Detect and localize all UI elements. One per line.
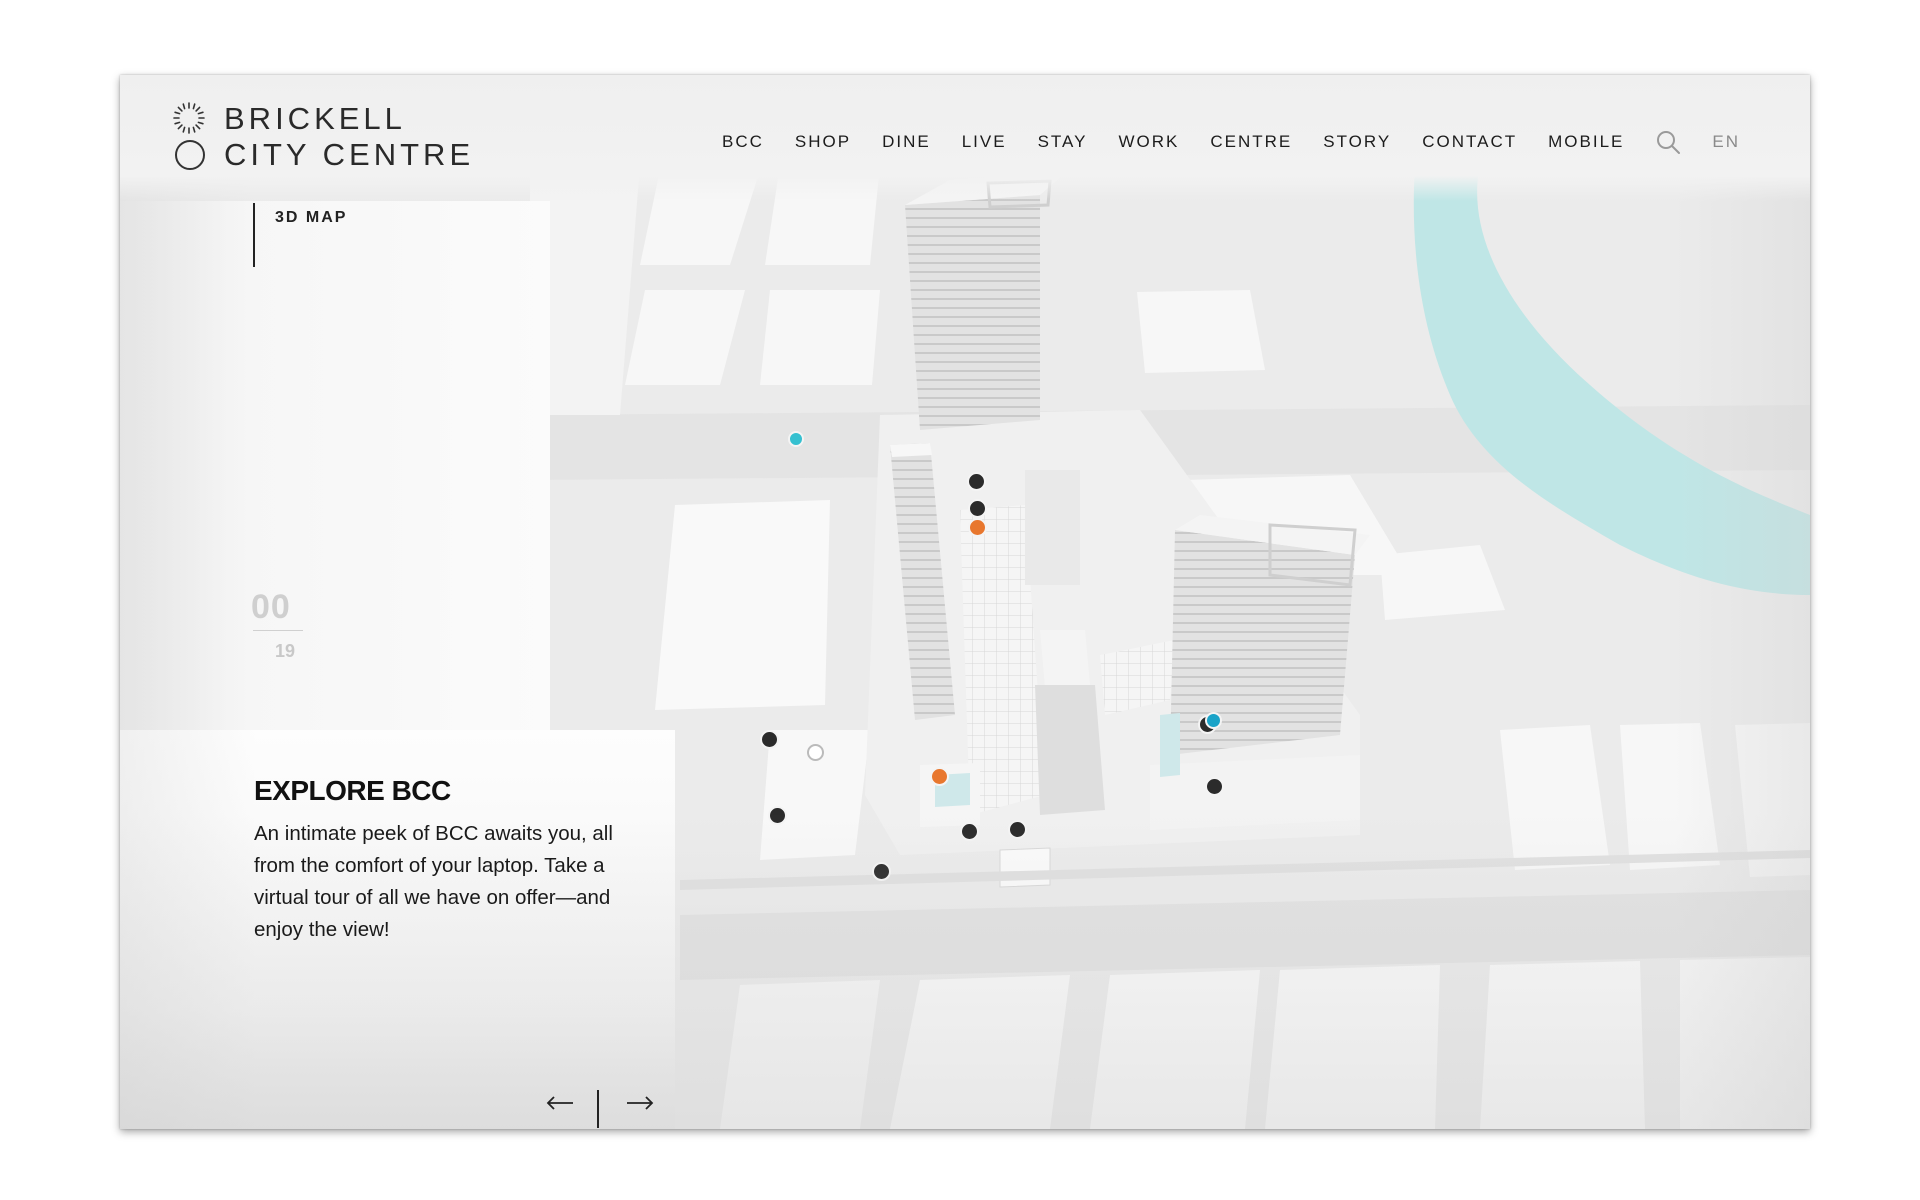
search-icon[interactable] <box>1655 129 1681 155</box>
map-marker[interactable] <box>1008 820 1027 839</box>
arrow-left-icon[interactable] <box>545 1095 575 1111</box>
circle-icon <box>175 140 205 170</box>
map-marker[interactable] <box>1205 712 1222 729</box>
slide-counter-total: 19 <box>275 641 296 661</box>
nav-item-stay[interactable]: STAY <box>1038 132 1088 152</box>
map-marker[interactable] <box>968 499 987 518</box>
map-marker[interactable] <box>960 822 979 841</box>
nav-item-live[interactable]: LIVE <box>962 132 1007 152</box>
sun-icon <box>173 102 205 134</box>
map-marker[interactable] <box>967 472 986 491</box>
browser-frame: BRICKELL CITY CENTRE BCC SHOP DINE LIVE … <box>120 75 1810 1129</box>
section-rule <box>253 203 255 267</box>
map-marker[interactable] <box>1205 777 1224 796</box>
arrow-right-icon[interactable] <box>625 1095 655 1111</box>
brand-logo[interactable]: BRICKELL CITY CENTRE <box>172 97 492 177</box>
header: BRICKELL CITY CENTRE BCC SHOP DINE LIVE … <box>120 75 1810 201</box>
nav-item-bcc[interactable]: BCC <box>722 132 764 152</box>
map-marker[interactable] <box>968 518 987 537</box>
nav-item-centre[interactable]: CENTRE <box>1210 132 1292 152</box>
main-nav: BCC SHOP DINE LIVE STAY WORK CENTRE STOR… <box>691 129 1740 155</box>
slide-counter-current: 00 <box>251 588 291 626</box>
nav-item-contact[interactable]: CONTACT <box>1422 132 1517 152</box>
nav-item-story[interactable]: STORY <box>1323 132 1391 152</box>
north-tower <box>905 195 1040 430</box>
section-label: 3D MAP <box>275 209 348 226</box>
counter-divider <box>253 630 303 631</box>
map-marker[interactable] <box>872 862 891 881</box>
explore-body: An intimate peek of BCC awaits you, all … <box>254 822 613 941</box>
nav-item-work[interactable]: WORK <box>1118 132 1179 152</box>
map-marker[interactable] <box>768 806 787 825</box>
pager-divider <box>597 1090 599 1128</box>
map-marker[interactable] <box>930 767 949 786</box>
explore-title: EXPLORE BCC <box>254 775 451 806</box>
nav-item-dine[interactable]: DINE <box>882 132 931 152</box>
brand-line-1: BRICKELL <box>224 101 406 136</box>
nav-item-shop[interactable]: SHOP <box>795 132 851 152</box>
map-marker[interactable] <box>807 744 824 761</box>
map-marker[interactable] <box>788 431 804 447</box>
nav-item-mobile[interactable]: MOBILE <box>1548 132 1624 152</box>
map-marker[interactable] <box>760 730 779 749</box>
language-selector[interactable]: EN <box>1712 132 1740 152</box>
brand-line-2: CITY CENTRE <box>224 137 475 172</box>
